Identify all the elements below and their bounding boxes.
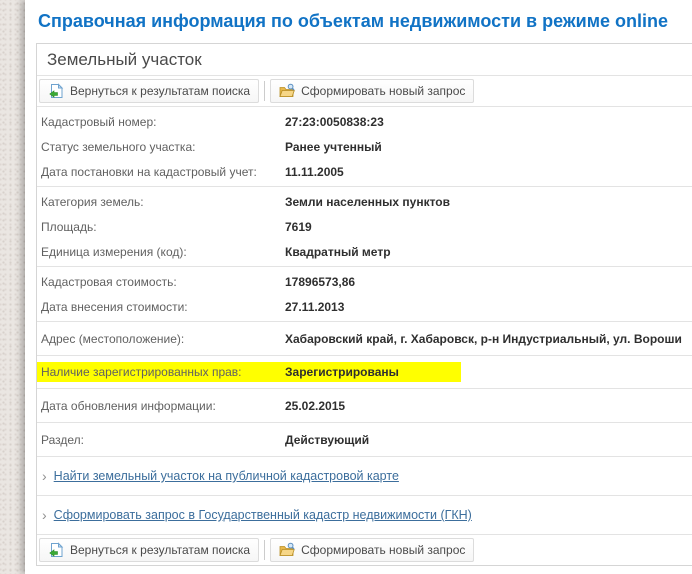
field-label: Кадастровая стоимость: <box>41 274 177 289</box>
field-group-section: Раздел: Действующий <box>37 422 692 456</box>
back-to-results-button[interactable]: Вернуться к результатам поиска <box>39 79 260 103</box>
field-row-update-date: Дата обновления информации: 25.02.2015 <box>37 393 692 418</box>
field-row-category: Категория земель: Земли населенных пункт… <box>37 189 692 214</box>
field-value: Земли населенных пунктов <box>285 194 451 209</box>
field-value: 25.02.2015 <box>285 398 346 413</box>
field-group-cadastre: Кадастровый номер: 27:23:0050838:23 Стат… <box>37 107 692 186</box>
toolbar-separator <box>264 81 266 101</box>
field-label: Адрес (местоположение): <box>41 331 185 346</box>
field-group-land: Категория земель: Земли населенных пункт… <box>37 186 692 266</box>
field-label: Дата постановки на кадастровый учет: <box>41 164 257 179</box>
field-label: Кадастровый номер: <box>41 114 157 129</box>
new-request-label: Сформировать новый запрос <box>301 543 466 557</box>
link-row-gkn-request: › Сформировать запрос в Государственный … <box>37 495 692 534</box>
field-label: Дата внесения стоимости: <box>41 299 188 314</box>
field-group-cost: Кадастровая стоимость: 17896573,86 Дата … <box>37 266 692 321</box>
field-value: Квадратный метр <box>285 244 391 259</box>
field-value: 11.11.2005 <box>285 164 344 179</box>
field-row-section: Раздел: Действующий <box>37 427 692 452</box>
field-label: Площадь: <box>41 219 97 234</box>
gkn-request-link[interactable]: Сформировать запрос в Государственный ка… <box>54 508 472 522</box>
chevron-right-icon: › <box>42 507 47 523</box>
field-row-cost-date: Дата внесения стоимости: 27.11.2013 <box>37 294 692 319</box>
field-label: Категория земель: <box>41 194 144 209</box>
field-value: Ранее учтенный <box>285 139 382 154</box>
field-label: Наличие зарегистрированных прав: <box>41 365 242 379</box>
field-row-area: Площадь: 7619 <box>37 214 692 239</box>
field-value: Действующий <box>285 432 370 447</box>
field-group-updated: Дата обновления информации: 25.02.2015 <box>37 388 692 422</box>
field-list: Кадастровый номер: 27:23:0050838:23 Стат… <box>37 107 692 456</box>
page-title: Справочная информация по объектам недвиж… <box>38 11 669 31</box>
new-request-label: Сформировать новый запрос <box>301 84 466 98</box>
field-value: Хабаровский край, г. Хабаровск, р-н Инду… <box>285 331 682 346</box>
new-request-folder-icon <box>279 83 295 97</box>
back-to-results-label: Вернуться к результатам поиска <box>70 84 251 98</box>
field-group-address: Адрес (местоположение): Хабаровский край… <box>37 321 692 355</box>
link-row-public-map: › Найти земельный участок на публичной к… <box>37 456 692 495</box>
field-row-registration-date: Дата постановки на кадастровый учет: 11.… <box>37 159 692 184</box>
field-value: Зарегистрированы <box>285 365 399 379</box>
field-value: 27.11.2013 <box>285 299 345 314</box>
field-row-address: Адрес (местоположение): Хабаровский край… <box>37 326 692 351</box>
field-label: Дата обновления информации: <box>41 398 216 413</box>
top-toolbar: Вернуться к результатам поиска Сформиров… <box>37 76 692 107</box>
field-group-rights: Наличие зарегистрированных прав: Зарегис… <box>37 355 692 388</box>
panel-title: Земельный участок <box>37 44 692 76</box>
public-cadastral-map-link[interactable]: Найти земельный участок на публичной кад… <box>54 469 399 483</box>
content-page: Справочная информация по объектам недвиж… <box>25 0 692 574</box>
field-label: Единица измерения (код): <box>41 244 187 259</box>
chevron-right-icon: › <box>42 468 47 484</box>
field-value: 27:23:0050838:23 <box>285 114 384 129</box>
return-page-icon <box>49 83 64 98</box>
toolbar-separator <box>264 540 266 560</box>
field-label: Статус земельного участка: <box>41 139 196 154</box>
new-request-folder-icon <box>279 542 295 556</box>
land-parcel-panel: Земельный участок Вернуться к результата… <box>36 43 692 566</box>
field-row-status: Статус земельного участка: Ранее учтенны… <box>37 134 692 159</box>
bottom-toolbar: Вернуться к результатам поиска Сформиров… <box>37 534 692 565</box>
back-to-results-button[interactable]: Вернуться к результатам поиска <box>39 538 260 562</box>
back-to-results-label: Вернуться к результатам поиска <box>70 543 251 557</box>
field-row-unit: Единица измерения (код): Квадратный метр <box>37 239 692 264</box>
field-value: 17896573,86 <box>285 274 356 289</box>
new-request-button[interactable]: Сформировать новый запрос <box>270 538 475 562</box>
field-row-cadastral-cost: Кадастровая стоимость: 17896573,86 <box>37 269 692 294</box>
field-label: Раздел: <box>41 432 84 447</box>
field-value: 7619 <box>285 219 312 234</box>
field-row-registered-rights: Наличие зарегистрированных прав: Зарегис… <box>37 362 461 382</box>
return-page-icon <box>49 542 64 557</box>
field-row-cadastral-number: Кадастровый номер: 27:23:0050838:23 <box>37 109 692 134</box>
new-request-button[interactable]: Сформировать новый запрос <box>270 79 475 103</box>
